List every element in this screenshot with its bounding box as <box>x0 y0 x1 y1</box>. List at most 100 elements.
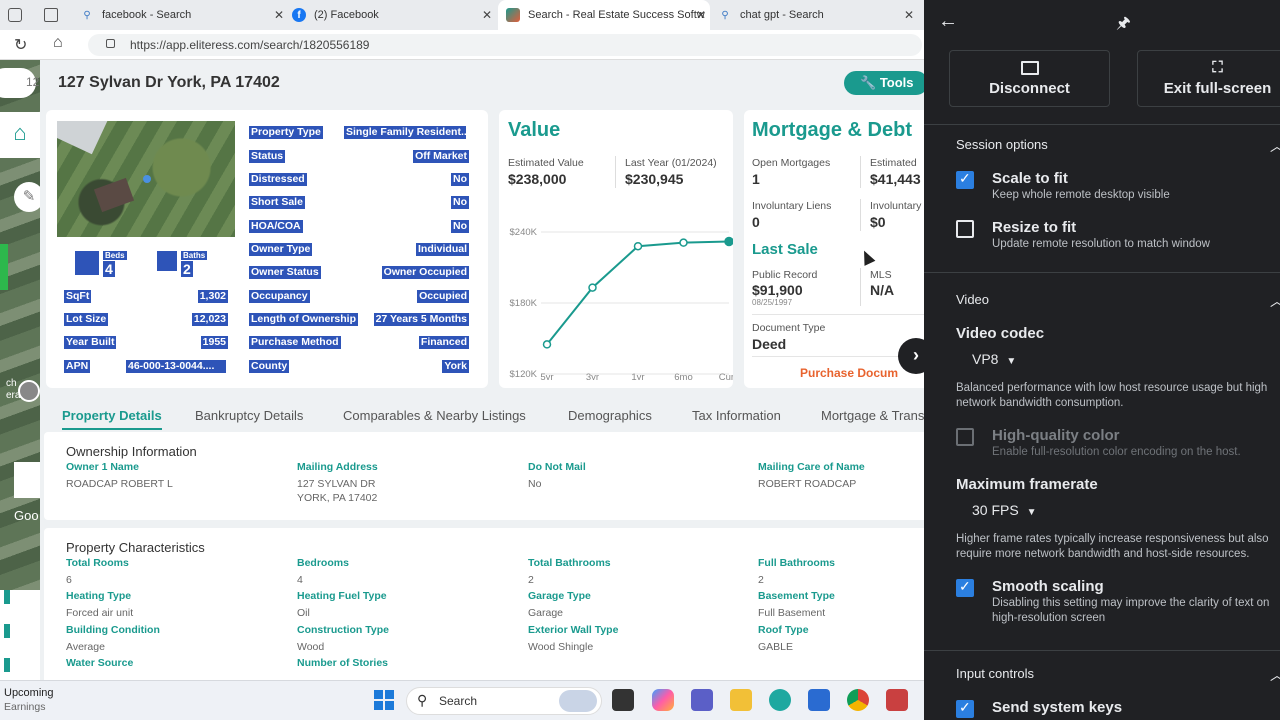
remote-session-panel: ← 🖈 Disconnect ⛶ Exit full-screen Sessio… <box>924 0 1280 720</box>
input-controls-header[interactable]: Input controls <box>956 666 1034 681</box>
remote-desktop-icon[interactable] <box>886 689 908 711</box>
pin-icon[interactable]: 🖈 <box>1116 12 1131 39</box>
document-type-label: Document Type <box>752 322 826 334</box>
field-value: 2 <box>528 574 534 586</box>
copilot-icon[interactable] <box>652 689 674 711</box>
teams-icon[interactable] <box>691 689 713 711</box>
windows-start-icon[interactable] <box>374 690 394 710</box>
scale-to-fit-checkbox[interactable]: ✓ <box>956 170 974 189</box>
chevron-up-icon[interactable]: ︿ <box>1270 136 1280 156</box>
refresh-icon[interactable]: ↻ <box>14 35 27 55</box>
framerate-desc: require more network bandwidth and host-… <box>956 548 1250 560</box>
wrench-icon: 🔧 <box>860 75 877 90</box>
high-quality-color-checkbox[interactable] <box>956 428 974 446</box>
framerate-value: 30 FPS <box>972 502 1019 518</box>
close-icon[interactable]: ✕ <box>274 8 284 22</box>
tab-label: facebook - Search <box>102 9 192 21</box>
back-arrow-icon[interactable]: ← <box>938 10 958 33</box>
field-label: Mailing Address <box>297 461 378 473</box>
field-value: YORK, PA 17402 <box>297 492 378 504</box>
close-icon[interactable]: ✕ <box>904 8 914 22</box>
tab-mortgage-transactions[interactable]: Mortgage & Trans <box>821 408 924 423</box>
video-codec-select[interactable]: VP8 ▼ <box>972 351 1016 367</box>
field-value: Off Market <box>413 150 469 163</box>
disconnect-button[interactable]: Disconnect <box>949 50 1110 107</box>
data-point[interactable] <box>542 340 552 349</box>
data-point[interactable] <box>724 236 733 247</box>
send-system-keys-checkbox[interactable]: ✓ <box>956 699 974 718</box>
map-search-pill[interactable]: 12 <box>0 68 39 98</box>
value-card: Value Estimated Value $238,000 Last Year… <box>499 110 733 388</box>
store-icon[interactable] <box>808 689 830 711</box>
data-point[interactable] <box>588 283 597 292</box>
field-value: 2 <box>758 574 764 586</box>
tab-bankruptcy-details[interactable]: Bankruptcy Details <box>195 408 303 423</box>
task-view-icon[interactable] <box>612 689 634 711</box>
mls-value: N/A <box>870 282 895 298</box>
tools-button[interactable]: 🔧 Tools <box>844 71 924 95</box>
bed-icon <box>75 251 99 275</box>
open-mortgages-value: 1 <box>752 171 760 187</box>
last-year-label: Last Year (01/2024) <box>625 157 717 169</box>
tab-actions-icon[interactable] <box>44 8 58 22</box>
tab-demographics[interactable]: Demographics <box>568 408 652 423</box>
close-icon[interactable]: ✕ <box>482 8 492 22</box>
tab-comparables[interactable]: Comparables & Nearby Listings <box>343 408 526 423</box>
tab-facebook[interactable]: f (2) Facebook ✕ <box>292 0 492 30</box>
framerate-select[interactable]: 30 FPS ▼ <box>972 502 1037 518</box>
close-icon[interactable]: ✕ <box>696 8 706 22</box>
video-header[interactable]: Video <box>956 292 989 307</box>
taskbar-search[interactable]: ⚲ Search <box>406 687 602 715</box>
edge-icon[interactable] <box>769 689 791 711</box>
video-codec-desc: Balanced performance with low host resou… <box>956 382 1268 394</box>
home-icon[interactable]: ⌂ <box>53 34 63 52</box>
resize-to-fit-checkbox[interactable] <box>956 220 974 238</box>
tab-chatgpt-search[interactable]: ⚲ chat gpt - Search ✕ <box>718 0 914 30</box>
tab-label: Search - Real Estate Success Softw <box>528 9 705 21</box>
check-icon: ✓ <box>959 170 971 186</box>
smooth-scaling-checkbox[interactable]: ✓ <box>956 578 974 597</box>
locate-icon[interactable] <box>18 380 40 402</box>
pencil-icon[interactable]: ✎ <box>14 182 40 212</box>
tab-property-details[interactable]: Property Details <box>62 408 162 430</box>
field-label: Building Condition <box>66 624 160 636</box>
session-options-header[interactable]: Session options <box>956 137 1048 152</box>
divider <box>752 314 924 315</box>
public-record-label: Public Record <box>752 269 818 281</box>
file-explorer-icon[interactable] <box>730 689 752 711</box>
field-label: Full Bathrooms <box>758 557 836 569</box>
field-value: Forced air unit <box>66 607 134 619</box>
document-type-value: Deed <box>752 336 787 352</box>
url-input[interactable]: https://app.eliteress.com/search/1820556… <box>88 34 922 56</box>
satellite-image[interactable] <box>57 121 235 237</box>
field-value: ROADCAP ROBERT L <box>66 478 173 490</box>
home-nav-icon[interactable]: ⌂ <box>0 112 40 158</box>
check-icon: ✓ <box>959 578 971 594</box>
check-icon: ✓ <box>959 699 971 715</box>
purchase-documents-link[interactable]: Purchase Docum <box>800 366 898 380</box>
exit-fullscreen-button[interactable]: ⛶ Exit full-screen <box>1137 50 1280 107</box>
widget-title[interactable]: Upcoming <box>4 687 54 699</box>
ownership-title: Ownership Information <box>66 444 197 459</box>
field-label: Owner Type <box>249 243 313 256</box>
framerate-title: Maximum framerate <box>956 476 1098 493</box>
tab-elite-search[interactable]: Search - Real Estate Success Softw ✕ <box>498 0 710 30</box>
browser-tab-bar: ⚲ facebook - Search ✕ f (2) Facebook ✕ S… <box>0 0 924 30</box>
field-label: Length of Ownership <box>249 313 358 326</box>
chrome-icon[interactable] <box>847 689 869 711</box>
field-value: Individual <box>415 243 469 256</box>
field-label: Garage Type <box>528 590 591 602</box>
detail-tabs: Property Details Bankruptcy Details Comp… <box>40 400 924 430</box>
value-series-line <box>546 240 730 346</box>
ownership-section: Ownership Information Owner 1 Name ROADC… <box>44 432 924 520</box>
tab-tax-information[interactable]: Tax Information <box>692 408 781 423</box>
workspaces-icon[interactable] <box>8 8 22 22</box>
data-point[interactable] <box>679 238 688 247</box>
public-record-date: 08/25/1997 <box>752 298 793 307</box>
tab-facebook-search[interactable]: ⚲ facebook - Search ✕ <box>80 0 284 30</box>
data-point[interactable] <box>633 241 643 251</box>
bath-icon <box>157 251 177 271</box>
chevron-up-icon[interactable]: ︿ <box>1270 291 1280 311</box>
chevron-up-icon[interactable]: ︿ <box>1270 665 1280 685</box>
smooth-scaling-desc: high-resolution screen <box>992 612 1106 624</box>
